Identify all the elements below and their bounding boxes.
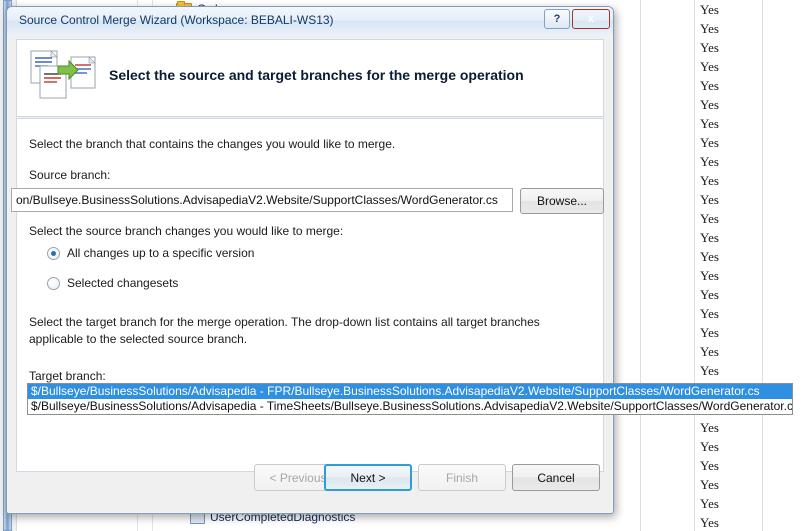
changes-label: Select the source branch changes you wou… <box>29 224 344 238</box>
source-instruction: Select the branch that contains the chan… <box>29 137 396 151</box>
grid-cell-yes: Yes <box>700 59 719 74</box>
source-branch-label: Source branch: <box>29 168 111 182</box>
grid-cell-yes: Yes <box>700 458 719 473</box>
grid-column-separator-2 <box>694 0 695 531</box>
radio-all-changes-label: All changes up to a specific version <box>67 246 255 260</box>
grid-cell-yes: Yes <box>700 515 719 530</box>
help-button[interactable]: ? <box>544 9 570 29</box>
grid-cell-yes: Yes <box>700 230 719 245</box>
grid-cell-yes: Yes <box>700 496 719 511</box>
grid-column-separator-1 <box>640 0 641 531</box>
grid-cell-yes: Yes <box>700 344 719 359</box>
browse-button[interactable]: Browse... <box>520 188 604 214</box>
dialog-body: Select the source and target branches fo… <box>8 35 612 512</box>
grid-cell-yes: Yes <box>700 135 719 150</box>
grid-cell-yes: Yes <box>700 192 719 207</box>
grid-cell-yes: Yes <box>700 78 719 93</box>
grid-cell-yes: Yes <box>700 154 719 169</box>
radio-button-indicator[interactable] <box>47 276 60 290</box>
target-instruction-line2: applicable to the selected source branch… <box>29 332 248 346</box>
grid-cell-yes: Yes <box>700 363 719 378</box>
grid-cell-yes: Yes <box>700 21 719 36</box>
wizard-content-panel: Select the branch that contains the chan… <box>11 118 604 472</box>
grid-cell-yes: Yes <box>700 420 719 435</box>
dropdown-option[interactable]: $/Bullseye/BusinessSolutions/Advisapedia… <box>28 399 792 414</box>
target-branch-label: Target branch: <box>29 369 106 383</box>
dialog-footer: < Previous Next > Finish Cancel <box>8 454 612 512</box>
merge-documents-icon <box>30 50 96 99</box>
dialog-title: Source Control Merge Wizard (Workspace: … <box>19 13 334 27</box>
cancel-button[interactable]: Cancel <box>512 464 600 491</box>
wizard-heading: Select the source and target branches fo… <box>109 67 524 83</box>
grid-cell-yes: Yes <box>700 249 719 264</box>
grid-cell-yes: Yes <box>700 173 719 188</box>
radio-selected-changesets[interactable]: Selected changesets <box>47 276 178 290</box>
radio-selected-changesets-label: Selected changesets <box>67 276 179 290</box>
grid-cell-yes: Yes <box>700 439 719 454</box>
grid-cell-yes: Yes <box>700 477 719 492</box>
grid-cell-yes: Yes <box>700 211 719 226</box>
next-button[interactable]: Next > <box>324 464 412 491</box>
close-button[interactable]: x <box>572 9 610 29</box>
radio-button-indicator[interactable] <box>47 246 60 260</box>
finish-button[interactable]: Finish <box>418 464 506 491</box>
target-instruction-line1: Select the target branch for the merge o… <box>29 315 540 329</box>
dropdown-option[interactable]: $/Bullseye/BusinessSolutions/Advisapedia… <box>28 384 792 399</box>
grid-cell-yes: Yes <box>700 287 719 302</box>
grid-cell-yes: Yes <box>700 306 719 321</box>
merge-wizard-dialog: Source Control Merge Wizard (Workspace: … <box>6 6 614 514</box>
grid-cell-yes: Yes <box>700 268 719 283</box>
grid-column-separator-3 <box>762 0 763 531</box>
grid-cell-yes: Yes <box>700 325 719 340</box>
radio-all-changes[interactable]: All changes up to a specific version <box>47 246 254 260</box>
target-branch-dropdown-list[interactable]: $/Bullseye/BusinessSolutions/Advisapedia… <box>27 383 793 415</box>
grid-cell-yes: Yes <box>700 116 719 131</box>
grid-cell-yes: Yes <box>700 40 719 55</box>
wizard-header-band: Select the source and target branches fo… <box>16 39 604 117</box>
dialog-titlebar[interactable]: Source Control Merge Wizard (Workspace: … <box>7 7 613 35</box>
grid-cell-yes: Yes <box>700 97 719 112</box>
grid-cell-yes: Yes <box>700 2 719 17</box>
source-branch-input[interactable]: on/Bullseye.BusinessSolutions.Advisapedi… <box>11 188 513 212</box>
